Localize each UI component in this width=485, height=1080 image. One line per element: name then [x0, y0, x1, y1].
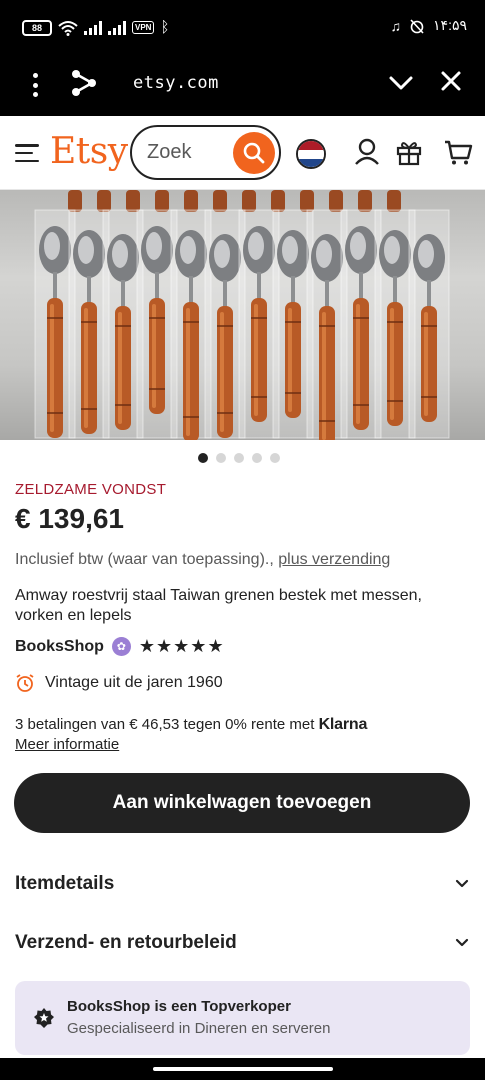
product-price: € 139,61 — [15, 503, 124, 534]
shop-name[interactable]: BooksShop — [15, 638, 104, 656]
browser-toolbar: etsy.com — [0, 58, 485, 116]
klarna-text: 3 betalingen van € 46,53 tegen 0% rente … — [15, 716, 315, 733]
chevron-down-icon[interactable] — [388, 70, 414, 96]
bluetooth-icon: ᛒ — [160, 19, 170, 36]
star-seller-badge-icon — [34, 1008, 54, 1028]
battery-icon: 88 — [22, 19, 52, 36]
product-title: Amway roestvrij staal Taiwan grenen best… — [15, 587, 422, 624]
image-pagination — [198, 453, 280, 463]
cutlery-illustration — [34, 190, 450, 440]
tax-note: Inclusief btw (waar van toepassing)., pl… — [15, 551, 390, 569]
netherlands-flag-icon[interactable] — [296, 139, 326, 169]
shipping-link[interactable]: plus verzending — [278, 551, 390, 568]
status-bar: 88 VPN ᛒ ♫ ۱۴:۵۹ — [0, 0, 485, 58]
share-icon[interactable] — [70, 68, 98, 98]
pagination-dot[interactable] — [270, 453, 280, 463]
klarna-logo: Klarna — [318, 716, 368, 733]
chevron-down-icon — [455, 879, 469, 888]
klarna-info: 3 betalingen van € 46,53 tegen 0% rente … — [15, 716, 367, 734]
shop-info: BooksShop ✿ ★★★★★ — [15, 636, 225, 657]
more-info-link[interactable]: Meer informatie — [15, 736, 119, 753]
pagination-dot[interactable] — [216, 453, 226, 463]
wifi-icon — [58, 20, 78, 36]
system-nav-bar — [0, 1058, 485, 1080]
product-image[interactable] — [0, 190, 485, 440]
vpn-icon: VPN — [132, 21, 155, 34]
hamburger-menu-icon[interactable] — [15, 144, 39, 162]
site-header: Etsy Zoek — [0, 116, 485, 190]
signal-icon-2 — [108, 20, 126, 35]
user-account-icon[interactable] — [354, 138, 380, 166]
signal-icon — [84, 20, 102, 35]
pagination-dot[interactable] — [198, 453, 208, 463]
etsy-logo[interactable]: Etsy — [50, 131, 128, 172]
gift-icon[interactable] — [395, 138, 423, 166]
pagination-dot[interactable] — [252, 453, 262, 463]
search-button[interactable] — [233, 132, 275, 174]
clock-time: ۱۴:۵۹ — [433, 17, 467, 33]
home-gesture-bar[interactable] — [153, 1067, 333, 1071]
rating-stars[interactable]: ★★★★★ — [139, 636, 225, 657]
add-to-cart-button[interactable]: Aan winkelwagen toevoegen — [14, 773, 470, 833]
star-seller-icon: ✿ — [111, 637, 131, 656]
tax-text: Inclusief btw (waar van toepassing)., — [15, 551, 274, 568]
more-options-icon[interactable] — [28, 70, 42, 100]
search-box[interactable]: Zoek — [130, 125, 281, 180]
close-icon[interactable] — [440, 70, 462, 92]
vintage-info: Vintage uit de jaren 1960 — [15, 673, 223, 693]
alarm-off-icon — [410, 18, 424, 34]
top-seller-title: BooksShop is een Topverkoper — [67, 998, 291, 1015]
chevron-down-icon — [455, 938, 469, 947]
vintage-text: Vintage uit de jaren 1960 — [45, 674, 223, 691]
alarm-clock-icon — [16, 674, 34, 692]
top-seller-banner: BooksShop is een Topverkoper Gespecialis… — [15, 981, 470, 1055]
shipping-returns-accordion[interactable]: Verzend- en retourbeleid — [15, 928, 470, 958]
search-input[interactable]: Zoek — [147, 141, 191, 164]
accordion-label: Verzend- en retourbeleid — [15, 932, 237, 953]
top-seller-subtitle: Gespecialiseerd in Dineren en serveren — [67, 1020, 331, 1037]
battery-level: 88 — [31, 22, 42, 33]
rare-find-badge: ZELDZAME VONDST — [15, 481, 167, 498]
search-icon — [243, 142, 265, 164]
cart-icon[interactable] — [443, 138, 473, 166]
music-icon: ♫ — [390, 17, 402, 34]
pagination-dot[interactable] — [234, 453, 244, 463]
accordion-label: Itemdetails — [15, 873, 115, 894]
item-details-accordion[interactable]: Itemdetails — [15, 869, 470, 899]
url-text[interactable]: etsy.com — [133, 73, 219, 93]
